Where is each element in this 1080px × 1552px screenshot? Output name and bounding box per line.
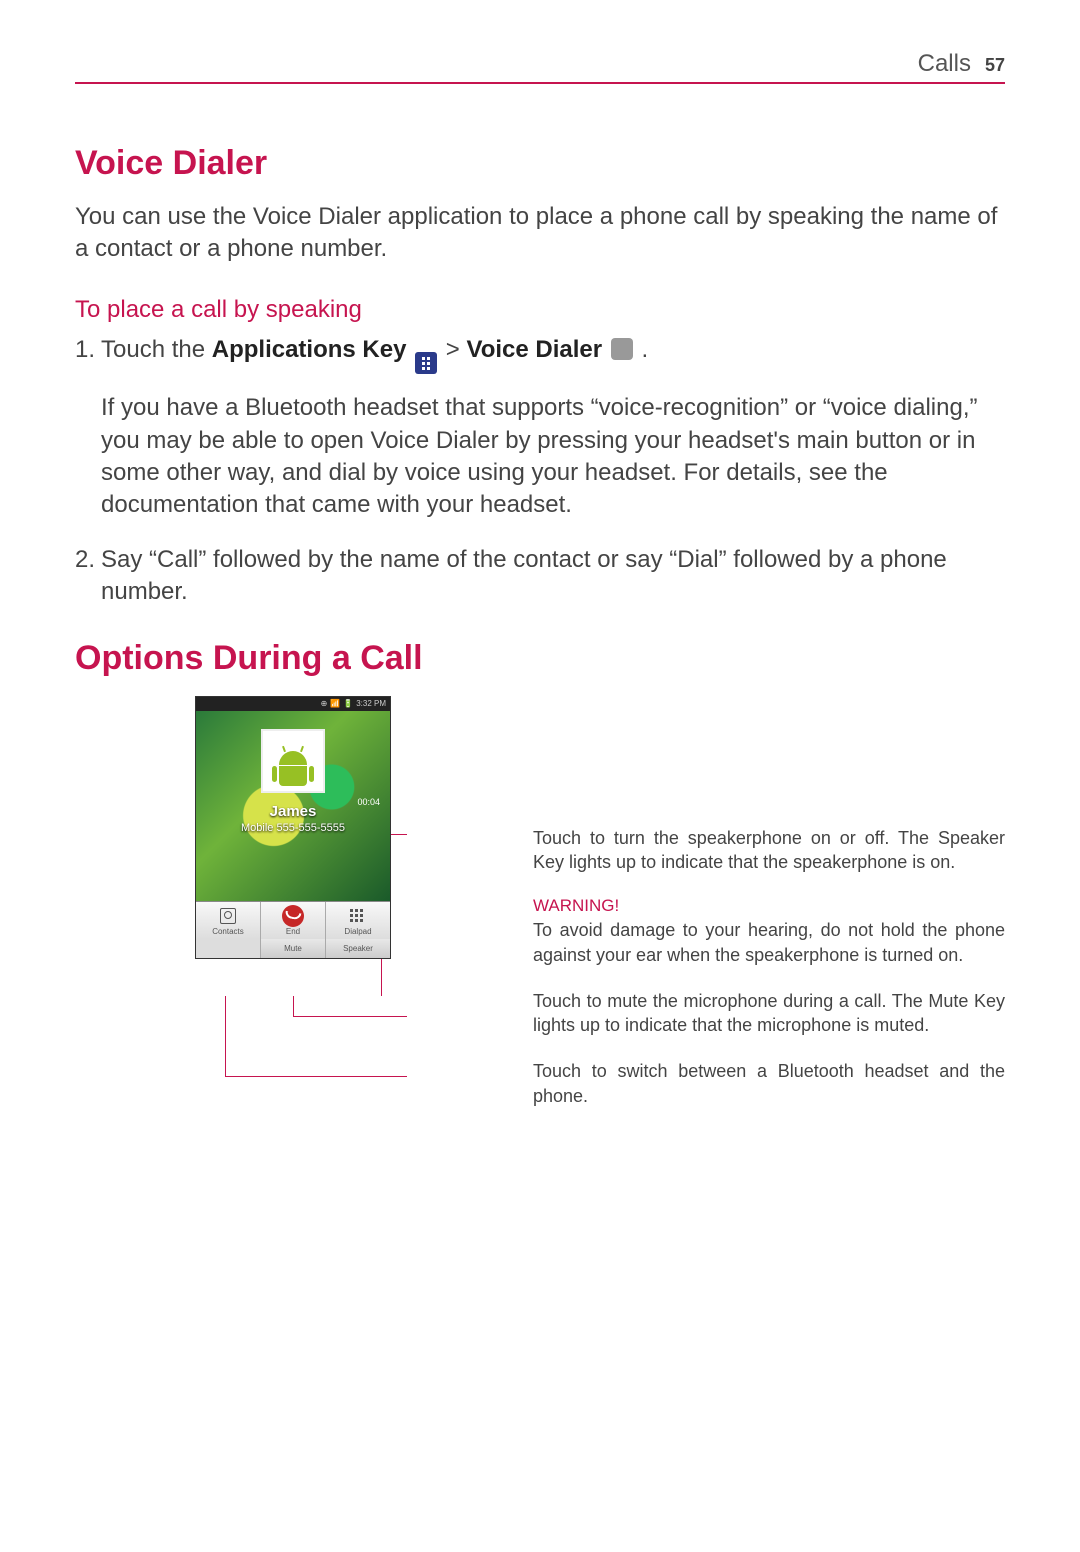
call-button-row-2: Mute Speaker (196, 939, 390, 958)
status-bar: ⊕ 📶 🔋 3:32 PM (196, 697, 390, 711)
section-title-options: Options During a Call (75, 639, 1005, 678)
callout-line (225, 1076, 407, 1077)
page-header: Calls 57 (75, 50, 1005, 84)
bluetooth-toggle[interactable] (196, 939, 261, 958)
contacts-button[interactable]: Contacts (196, 902, 261, 939)
end-call-button[interactable]: End (261, 902, 326, 939)
header-page-number: 57 (985, 55, 1005, 76)
dialpad-button[interactable]: Dialpad (326, 902, 390, 939)
voice-dialer-icon (611, 338, 633, 360)
contacts-label: Contacts (196, 927, 260, 936)
contact-avatar (261, 729, 325, 793)
callout-line (293, 996, 294, 1016)
step1-pre: Touch the (101, 336, 212, 363)
caller-name: James (270, 803, 317, 820)
applications-key-icon (415, 352, 437, 374)
callout-speaker: Touch to turn the speakerphone on or off… (533, 826, 1005, 875)
android-icon (271, 751, 315, 791)
warning-label: WARNING! (533, 896, 1005, 916)
voice-dialer-label: Voice Dialer (467, 336, 603, 363)
warning-text: To avoid damage to your hearing, do not … (533, 918, 1005, 967)
in-call-screen: ⊕ 📶 🔋 3:32 PM 00:04 James Mobile 555-555… (195, 696, 391, 959)
step1-mid: > (439, 336, 466, 363)
dialpad-label: Dialpad (326, 927, 390, 936)
step-1-detail: If you have a Bluetooth headset that sup… (101, 392, 1005, 522)
callout-bluetooth: Touch to switch between a Bluetooth head… (533, 1059, 1005, 1108)
step-number: 1. (75, 334, 101, 375)
call-button-row: Contacts End Dialpad (196, 901, 390, 939)
subheading-place-call: To place a call by speaking (75, 296, 1005, 324)
section-title-voice-dialer: Voice Dialer (75, 144, 1005, 183)
end-label: End (261, 927, 325, 936)
callout-line (225, 996, 226, 1076)
step-text: Touch the Applications Key > Voice Diale… (101, 334, 1005, 375)
call-timer: 00:04 (357, 797, 380, 807)
speaker-button[interactable]: Speaker (326, 939, 390, 958)
step1-post: . (635, 336, 648, 363)
status-icon: ⊕ (321, 699, 328, 708)
status-time: 3:32 PM (356, 699, 386, 708)
status-icon: 📶 (330, 699, 340, 708)
caller-number: Mobile 555-555-5555 (241, 822, 345, 834)
callout-line (293, 1016, 407, 1017)
callout-mute: Touch to mute the microphone during a ca… (533, 989, 1005, 1038)
status-icon: 🔋 (343, 699, 353, 708)
end-call-icon (282, 905, 304, 927)
mute-button[interactable]: Mute (261, 939, 326, 958)
options-layout: ⊕ 📶 🔋 3:32 PM 00:04 James Mobile 555-555… (75, 696, 1005, 1130)
step-number: 2. (75, 544, 101, 609)
dialpad-icon (350, 909, 366, 922)
step-text: Say “Call” followed by the name of the c… (101, 544, 1005, 609)
intro-paragraph: You can use the Voice Dialer application… (75, 201, 1005, 266)
applications-key-label: Applications Key (212, 336, 407, 363)
step-2: 2. Say “Call” followed by the name of th… (75, 544, 1005, 609)
header-section: Calls (918, 50, 971, 78)
step-1: 1. Touch the Applications Key > Voice Di… (75, 334, 1005, 375)
contacts-icon (220, 908, 236, 924)
call-background: 00:04 James Mobile 555-555-5555 (196, 711, 390, 901)
